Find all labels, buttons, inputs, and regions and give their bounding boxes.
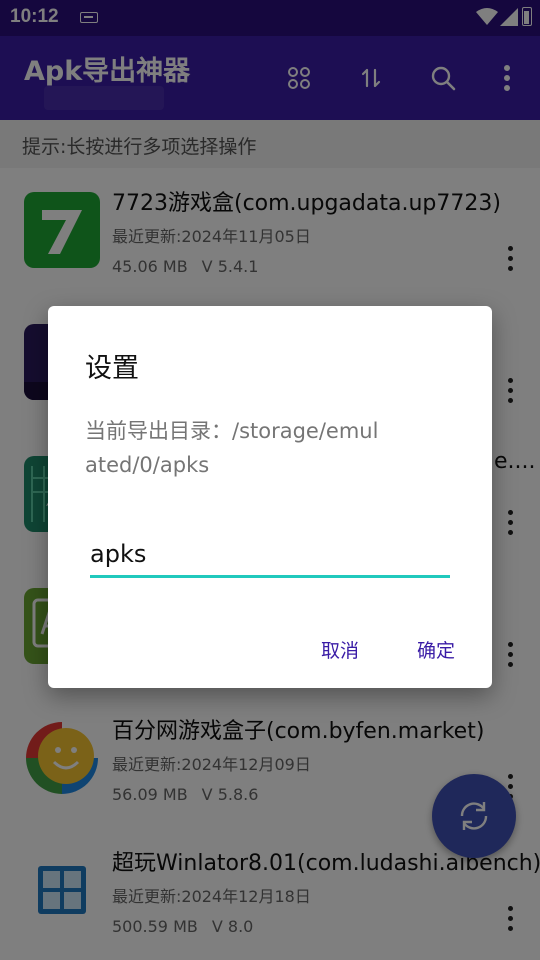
directory-name-input[interactable] [90,532,450,578]
cancel-button[interactable]: 取消 [321,636,359,663]
dialog-title: 设置 [85,353,139,384]
settings-dialog: 设置 当前导出目录：/storage/emulated/0/apks 取消 确定 [48,306,492,688]
export-directory-message: 当前导出目录：/storage/emulated/0/apks [85,419,379,477]
confirm-button[interactable]: 确定 [417,636,455,663]
